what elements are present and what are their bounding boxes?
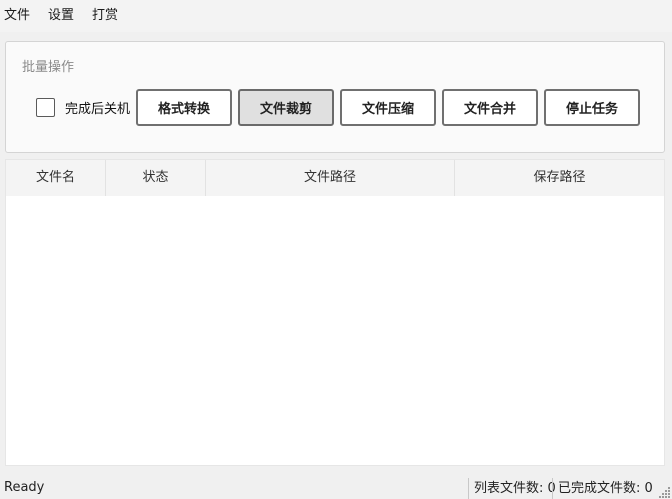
- stop-task-button[interactable]: 停止任务: [544, 89, 640, 126]
- file-merge-button[interactable]: 文件合并: [442, 89, 538, 126]
- column-header-filepath[interactable]: 文件路径: [206, 160, 455, 196]
- batch-operations-group: 批量操作 完成后关机 格式转换 文件裁剪 文件压缩 文件合并 停止任务: [5, 41, 665, 153]
- format-convert-button[interactable]: 格式转换: [136, 89, 232, 126]
- shutdown-checkbox[interactable]: [36, 98, 55, 117]
- menu-settings[interactable]: 设置: [44, 2, 74, 30]
- shutdown-checkbox-wrap[interactable]: 完成后关机: [36, 98, 130, 117]
- table-header: 文件名 状态 文件路径 保存路径: [6, 160, 664, 196]
- menu-donate[interactable]: 打赏: [88, 2, 118, 30]
- done-file-count-label: 已完成文件数:: [558, 481, 641, 496]
- menu-file[interactable]: 文件: [0, 2, 30, 30]
- resize-grip-icon[interactable]: [659, 486, 671, 498]
- status-bar: Ready 列表文件数: 0 已完成文件数: 0: [0, 476, 672, 499]
- column-header-status[interactable]: 状态: [106, 160, 206, 196]
- list-file-count: 列表文件数: 0: [468, 478, 556, 499]
- column-header-savepath[interactable]: 保存路径: [455, 160, 664, 196]
- status-text: Ready: [4, 480, 45, 495]
- done-file-count: 已完成文件数: 0: [552, 478, 653, 499]
- done-file-count-value: 0: [644, 481, 653, 496]
- list-file-count-label: 列表文件数:: [474, 481, 544, 496]
- file-compress-button[interactable]: 文件压缩: [340, 89, 436, 126]
- menu-bar: 文件 设置 打赏: [0, 0, 672, 32]
- column-header-filename[interactable]: 文件名: [6, 160, 106, 196]
- group-title: 批量操作: [22, 60, 75, 75]
- file-trim-button[interactable]: 文件裁剪: [238, 89, 334, 126]
- shutdown-checkbox-label: 完成后关机: [65, 102, 131, 117]
- file-table[interactable]: 文件名 状态 文件路径 保存路径: [5, 159, 665, 466]
